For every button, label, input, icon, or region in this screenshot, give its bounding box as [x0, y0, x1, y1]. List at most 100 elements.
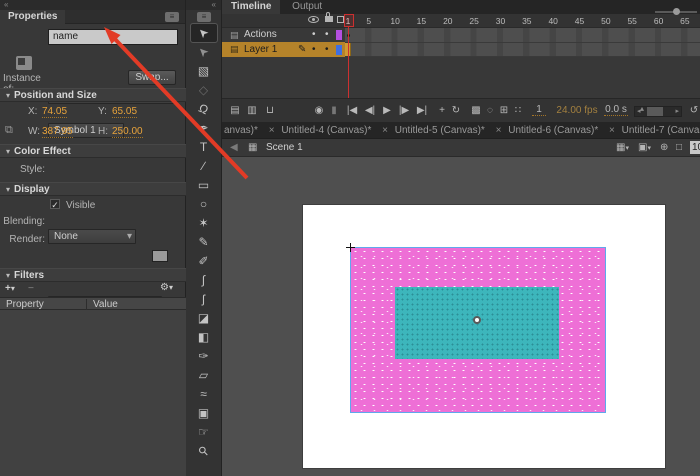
document-tab[interactable]: Untitled-5 (Canvas)* — [395, 125, 485, 136]
delete-layer-button[interactable]: ⊔ — [263, 104, 277, 118]
zoom-slider-knob[interactable] — [673, 8, 680, 15]
layer-row-actions[interactable]: ▤ Actions • • — [222, 28, 345, 42]
tool-ink-bottle[interactable]: ◧ — [191, 328, 217, 346]
new-folder-button[interactable]: ▥ — [245, 104, 259, 118]
play-button[interactable]: ▶ — [380, 104, 394, 118]
section-filters[interactable]: ▾Filters — [0, 268, 186, 282]
document-tab-partial[interactable]: anvas)* — [224, 125, 258, 136]
tool-text[interactable]: T — [191, 138, 217, 156]
frame-ruler[interactable]: 1 5 10 15 20 25 30 35 40 45 50 55 60 65 — [345, 14, 700, 28]
visible-checkbox[interactable]: ✓ — [50, 199, 60, 209]
add-camera-button[interactable]: ◉ — [312, 104, 326, 118]
tab-output[interactable]: Output — [283, 0, 331, 14]
tools-menu-icon[interactable]: ≡ — [197, 12, 211, 22]
w-value[interactable]: 387.95 — [42, 126, 73, 138]
go-to-last-frame-button[interactable]: ▶| — [414, 104, 430, 118]
tool-polystar[interactable]: ✶ — [191, 214, 217, 232]
onion-skin-outlines-button[interactable]: ◌ — [484, 104, 496, 118]
tool-pen[interactable]: ✒ — [191, 119, 217, 137]
go-to-first-frame-button[interactable]: |◀ — [344, 104, 360, 118]
timeline-zoom-out-icon[interactable]: ▴ — [640, 104, 644, 113]
step-forward-button[interactable]: |▶ — [396, 104, 412, 118]
onion-skin-button[interactable]: ▩ — [470, 104, 482, 118]
document-tab[interactable]: Untitled-4 (Canvas)* — [281, 125, 371, 136]
close-tab-icon[interactable]: × — [269, 125, 275, 136]
lock-column-icon[interactable] — [325, 16, 333, 22]
tool-rectangle[interactable]: ▭ — [191, 176, 217, 194]
swap-button[interactable]: Swap... — [128, 70, 176, 85]
tool-gradient-transform[interactable]: ◇ — [191, 81, 217, 99]
close-tab-icon[interactable]: × — [609, 125, 615, 136]
edit-scene-button[interactable]: ▦▾ — [616, 142, 629, 153]
tool-selection[interactable]: ➤ — [191, 24, 217, 42]
document-tab[interactable]: Untitled-7 (Canvas)* — [622, 125, 700, 136]
stage-canvas[interactable] — [303, 205, 665, 468]
scroll-right-icon[interactable]: ▸ — [675, 107, 679, 116]
panel-menu-icon[interactable]: ≡ — [165, 12, 179, 22]
layer-row-layer1[interactable]: ▤ Layer 1 ✎ • • — [222, 42, 345, 57]
back-arrow-icon[interactable]: ◀ — [230, 142, 238, 153]
section-color-effect[interactable]: ▾Color Effect — [0, 144, 186, 158]
tool-free-transform[interactable]: ▧ — [191, 62, 217, 80]
scrollbar-thumb[interactable] — [647, 107, 663, 116]
tool-hand[interactable]: ☞ — [191, 423, 217, 441]
teal-rectangle-shape[interactable] — [395, 287, 559, 359]
close-tab-icon[interactable]: × — [496, 125, 502, 136]
tool-zoom[interactable]: ⚲ — [191, 442, 217, 460]
style-dropdown[interactable]: None ▾ — [48, 229, 136, 244]
close-tab-icon[interactable]: × — [382, 125, 388, 136]
layer-lock-dot[interactable]: • — [325, 44, 329, 55]
tool-bone[interactable]: ʃ — [191, 290, 217, 308]
link-width-height-icon[interactable]: ⧉ — [5, 124, 13, 137]
pink-rectangle-shape[interactable] — [350, 247, 606, 413]
tool-eraser[interactable]: ▱ — [191, 366, 217, 384]
step-back-button[interactable]: ◀| — [362, 104, 378, 118]
frame-rate-field[interactable]: 24.00 fps — [554, 104, 600, 118]
section-position-and-size[interactable]: ▾Position and Size — [0, 88, 186, 102]
layer-name[interactable]: Layer 1 — [244, 44, 277, 55]
center-stage-button[interactable]: ⊕ — [660, 142, 668, 153]
collapse-panel-icon[interactable]: « — [4, 0, 9, 9]
center-frame-button[interactable]: + — [436, 104, 448, 118]
tool-camera[interactable]: ▣ — [191, 404, 217, 422]
edit-symbols-button[interactable]: ▣▾ — [638, 142, 651, 153]
show-hide-column-icon[interactable] — [308, 16, 319, 23]
filter-options-button[interactable]: ⚙▾ — [160, 282, 173, 293]
properties-collapse-strip[interactable]: « — [0, 0, 185, 10]
stage-zoom-input[interactable]: 100 — [690, 141, 700, 154]
stage-pasteboard[interactable] — [222, 157, 700, 476]
clip-content-button[interactable]: □ — [676, 142, 682, 153]
elapsed-time-field[interactable]: 0.0 s — [604, 104, 628, 116]
tool-subselection[interactable]: ➤ — [191, 43, 217, 61]
timeline-zoom-slider[interactable] — [655, 11, 697, 13]
tool-paint-bucket[interactable]: ◪ — [191, 309, 217, 327]
tool-oval[interactable]: ○ — [191, 195, 217, 213]
playhead-line[interactable] — [348, 27, 349, 103]
layer-visible-dot[interactable]: • — [312, 44, 316, 55]
tools-collapse-strip[interactable]: « — [186, 0, 221, 10]
current-frame-field[interactable]: 1 — [532, 104, 546, 116]
tool-width[interactable]: ≈ — [191, 385, 217, 403]
layer-visible-dot[interactable]: • — [312, 29, 316, 40]
layer-lock-dot[interactable]: • — [325, 29, 329, 40]
tool-eyedropper[interactable]: ✑ — [191, 347, 217, 365]
add-filter-button[interactable]: +▾ — [5, 283, 15, 294]
tab-properties[interactable]: Properties — [0, 10, 65, 24]
tool-paint-brush[interactable]: ∫ — [191, 271, 217, 289]
remove-filter-button[interactable]: − — [28, 283, 34, 294]
collapse-panel-icon[interactable]: « — [212, 0, 217, 9]
h-value[interactable]: 250.00 — [112, 126, 143, 138]
playhead-frame-marker[interactable] — [344, 14, 354, 27]
loop-button[interactable]: ↻ — [450, 104, 462, 118]
instance-name-input[interactable]: name — [48, 29, 178, 45]
tool-lasso[interactable]: Ω — [191, 100, 217, 118]
section-display[interactable]: ▾Display — [0, 182, 186, 196]
new-layer-button[interactable]: ▤ — [228, 104, 242, 118]
transformation-point-icon[interactable] — [473, 316, 481, 324]
modify-markers-button[interactable]: ∷ — [512, 104, 524, 118]
tab-timeline[interactable]: Timeline — [222, 0, 280, 14]
layer-name[interactable]: Actions — [244, 29, 277, 40]
reset-timeline-zoom-button[interactable]: ↺ — [688, 104, 700, 118]
tool-pencil[interactable]: ✎ — [191, 233, 217, 251]
y-value[interactable]: 65.05 — [112, 106, 137, 118]
